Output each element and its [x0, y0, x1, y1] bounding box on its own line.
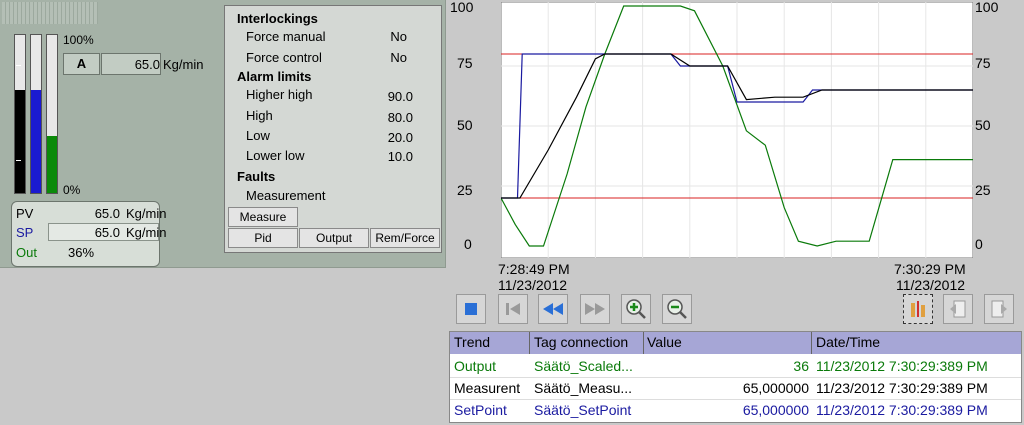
- mode-indicator[interactable]: A: [63, 53, 100, 75]
- row-tag: Säätö_Measu...: [534, 380, 633, 396]
- first-button[interactable]: [498, 294, 528, 324]
- row-value: 65,000000: [742, 402, 809, 418]
- sp-bar: [30, 34, 42, 194]
- row-date: 11/23/2012 7:30:29:389 PM: [816, 402, 988, 418]
- y-tick-left: 50: [457, 117, 473, 133]
- row-tag: Säätö_Scaled...: [534, 358, 633, 374]
- pv-label: PV: [16, 206, 34, 221]
- next-page-icon: [991, 300, 1007, 318]
- force-control-label: Force control: [246, 50, 322, 65]
- prev-page-button[interactable]: [943, 294, 973, 324]
- row-tag: Säätö_SetPoint: [534, 402, 632, 418]
- out-bar: [46, 34, 58, 194]
- faceplate-panel: 100% 0% A 65.0 Kg/min PV 65.0 Kg/min SP …: [0, 0, 446, 268]
- row-value: 65,000000: [742, 380, 809, 396]
- high-value: 80.0: [387, 110, 413, 125]
- y-tick-left: 75: [457, 55, 473, 71]
- row-trend: Measurent: [454, 380, 521, 396]
- trend-chart[interactable]: [501, 2, 973, 258]
- measurement-fault-label: Measurement: [246, 188, 326, 203]
- flow-unit: Kg/min: [163, 57, 204, 72]
- y-tick-right: 50: [975, 117, 991, 133]
- first-icon: [506, 303, 520, 315]
- forward-icon: [585, 303, 605, 315]
- force-control-value: No: [390, 50, 407, 65]
- row-date: 11/23/2012 7:30:29:389 PM: [816, 358, 988, 374]
- out-value: 36%: [68, 245, 95, 260]
- y-tick-right: 0: [975, 236, 983, 252]
- sp-value: 65.0: [94, 225, 120, 240]
- stop-button[interactable]: [456, 294, 486, 324]
- y-tick-right: 25: [975, 182, 991, 198]
- low-value: 20.0: [387, 130, 413, 145]
- next-page-button[interactable]: [984, 294, 1014, 324]
- stop-icon: [465, 303, 477, 315]
- row-trend: SetPoint: [454, 402, 507, 418]
- table-header: Trend Tag connection Value Date/Time: [450, 332, 1021, 354]
- interlockings-heading: Interlockings: [237, 11, 318, 26]
- header-trend[interactable]: Trend: [454, 334, 490, 350]
- pid-button[interactable]: Pid: [228, 228, 298, 248]
- sp-label: SP: [16, 225, 34, 240]
- x-end-date: 11/23/2012: [896, 277, 966, 293]
- sp-unit: Kg/min: [126, 225, 167, 240]
- pv-unit: Kg/min: [126, 206, 167, 221]
- ruler-button[interactable]: [903, 294, 933, 324]
- row-date: 11/23/2012 7:30:29:389 PM: [816, 380, 988, 396]
- x-start-time: 7:28:49 PM: [498, 261, 570, 277]
- lower-low-value: 10.0: [387, 149, 413, 164]
- header-tag-connection[interactable]: Tag connection: [534, 334, 628, 350]
- alarm-tick-high: [16, 65, 21, 66]
- y-tick-left: 100: [450, 0, 474, 15]
- zoom-out-button[interactable]: [662, 294, 692, 324]
- pv-bar: [14, 34, 26, 194]
- rem-force-button[interactable]: Rem/Force: [370, 228, 440, 248]
- higher-high-label: Higher high: [246, 87, 313, 102]
- row-value: 36: [793, 358, 809, 374]
- row-trend: Output: [454, 358, 497, 374]
- y-tick-right: 100: [975, 0, 999, 15]
- zoom-in-button[interactable]: [621, 294, 651, 324]
- higher-high-value: 90.0: [387, 89, 413, 104]
- alarm-limits-heading: Alarm limits: [237, 69, 312, 84]
- rewind-icon: [543, 303, 563, 315]
- ruler-icon: [911, 301, 925, 317]
- y-tick-left: 0: [464, 236, 472, 252]
- trend-table: Trend Tag connection Value Date/Time Out…: [449, 331, 1022, 423]
- pv-value: 65.0: [94, 206, 120, 221]
- lower-low-label: Lower low: [246, 148, 305, 163]
- zoom-in-icon: [626, 299, 646, 319]
- bar-max-label: 100%: [63, 33, 94, 47]
- output-button[interactable]: Output: [299, 228, 369, 248]
- y-tick-left: 25: [457, 182, 473, 198]
- header-datetime[interactable]: Date/Time: [816, 334, 880, 350]
- y-tick-right: 75: [975, 55, 991, 71]
- force-manual-label: Force manual: [246, 29, 326, 44]
- low-label: Low: [246, 128, 270, 143]
- zoom-out-icon: [667, 299, 687, 319]
- rewind-button[interactable]: [538, 294, 568, 324]
- info-panel: Interlockings Force manual No Force cont…: [224, 5, 442, 253]
- alarm-tick-low: [16, 160, 21, 161]
- process-values-box: PV 65.0 Kg/min SP 65.0 Kg/min Out 36%: [11, 201, 166, 267]
- high-label: High: [246, 108, 273, 123]
- faults-heading: Faults: [237, 169, 276, 184]
- bar-min-label: 0%: [63, 183, 81, 197]
- x-end-time: 7:30:29 PM: [894, 261, 966, 277]
- forward-button[interactable]: [580, 294, 610, 324]
- measure-button[interactable]: Measure: [228, 207, 298, 227]
- header-value[interactable]: Value: [647, 334, 682, 350]
- prev-page-icon: [950, 300, 966, 318]
- x-start-date: 11/23/2012: [498, 277, 568, 293]
- header-strip: [2, 2, 98, 24]
- force-manual-value: No: [390, 29, 407, 44]
- flow-value: 65.0: [134, 57, 160, 72]
- out-label: Out: [16, 245, 37, 260]
